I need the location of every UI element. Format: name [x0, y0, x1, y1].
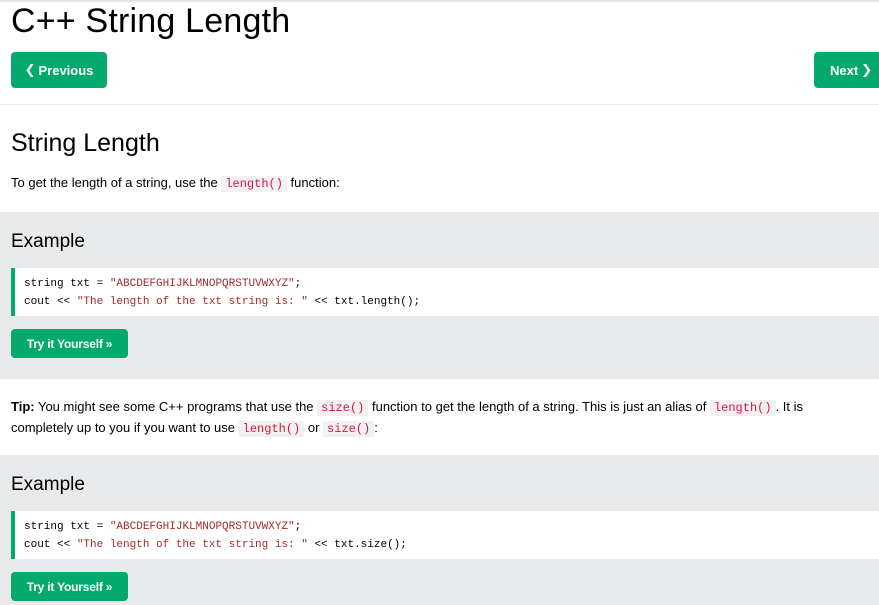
code-text: ;: [294, 521, 302, 533]
intro-paragraph: To get the length of a string, use the l…: [11, 174, 340, 193]
code-text: cout <<: [24, 296, 77, 308]
code-text: << txt.length();: [307, 296, 421, 308]
inline-code-length: length(): [221, 176, 287, 192]
example-title-2: Example: [11, 474, 85, 495]
code-string: "ABCDEFGHIJKLMNOPQRSTUVWXYZ": [109, 521, 295, 533]
section-heading: String Length: [11, 129, 160, 157]
example-box-2: Example string txt = "ABCDEFGHIJKLMNOPQR…: [0, 455, 879, 605]
tip-text: You might see some C++ programs that use…: [34, 399, 318, 414]
code-string: "ABCDEFGHIJKLMNOPQRSTUVWXYZ": [109, 278, 295, 290]
code-line: cout << "The length of the txt string is…: [24, 293, 879, 311]
tip-text: function to get the length of a string. …: [368, 399, 710, 414]
try-it-yourself-button-2[interactable]: Try it Yourself »: [11, 572, 128, 601]
next-label: Next: [830, 62, 859, 78]
chevron-left-icon: ❮: [24, 62, 36, 77]
code-line: string txt = "ABCDEFGHIJKLMNOPQRSTUVWXYZ…: [24, 518, 879, 536]
code-line: string txt = "ABCDEFGHIJKLMNOPQRSTUVWXYZ…: [24, 275, 879, 293]
tip-text: or: [304, 420, 324, 435]
code-block-1: string txt = "ABCDEFGHIJKLMNOPQRSTUVWXYZ…: [11, 268, 879, 316]
example-box-1: Example string txt = "ABCDEFGHIJKLMNOPQR…: [0, 212, 879, 379]
intro-text-before: To get the length of a string, use the: [11, 175, 222, 190]
previous-label: Previous: [38, 62, 94, 78]
code-string: "The length of the txt string is: ": [76, 296, 308, 308]
chevron-right-icon: ❯: [861, 62, 873, 77]
tip-text: :: [374, 420, 378, 435]
inline-code-length: length(): [238, 421, 305, 437]
intro-text-after: function:: [286, 175, 340, 190]
page-title: C++ String Length: [11, 2, 291, 40]
code-text: << txt.size();: [307, 539, 407, 551]
tip-label: Tip:: [11, 399, 35, 414]
code-text: cout <<: [24, 539, 77, 551]
divider: [0, 104, 879, 105]
code-text: ;: [294, 278, 302, 290]
code-block-2: string txt = "ABCDEFGHIJKLMNOPQRSTUVWXYZ…: [11, 511, 879, 559]
previous-button[interactable]: ❮ Previous: [11, 52, 107, 88]
inline-code-size: size(): [317, 400, 369, 416]
example-title-1: Example: [11, 231, 85, 252]
code-text: string txt =: [24, 278, 110, 290]
try-it-yourself-button-1[interactable]: Try it Yourself »: [11, 329, 128, 358]
code-string: "The length of the txt string is: ": [76, 539, 308, 551]
inline-code-length: length(): [709, 400, 776, 416]
inline-code-size: size(): [323, 421, 375, 437]
code-text: string txt =: [24, 521, 110, 533]
tip-paragraph: Tip: You might see some C++ programs tha…: [11, 397, 861, 439]
next-button[interactable]: Next ❯: [814, 52, 879, 88]
code-line: cout << "The length of the txt string is…: [24, 536, 879, 554]
